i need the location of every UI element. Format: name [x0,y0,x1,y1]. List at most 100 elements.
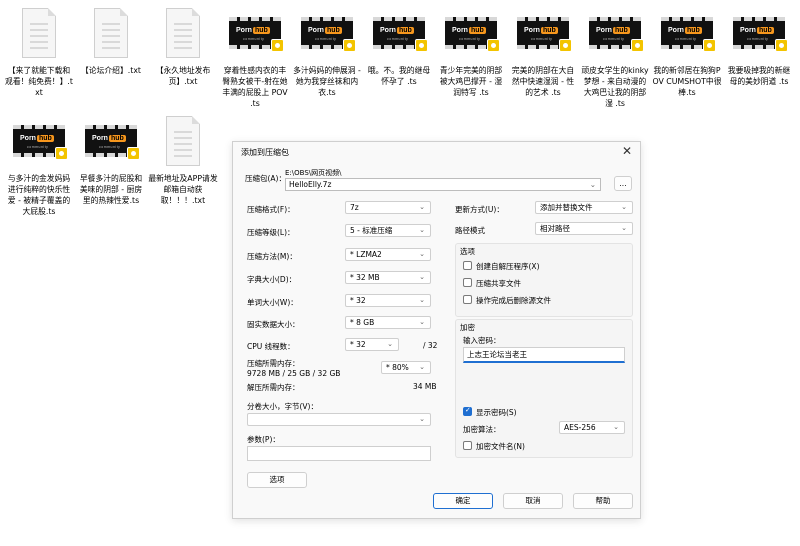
chevron-down-icon[interactable]: ⌄ [590,179,596,190]
video-file-icon: Porn hub community [517,8,572,60]
delete-source-checkbox[interactable] [463,295,472,304]
video-thumbnail-subtitle: community [531,37,553,41]
chevron-down-icon: ⌄ [621,224,627,232]
video-thumbnail-subtitle: community [243,37,265,41]
video-thumbnail-subtitle: community [747,37,769,41]
cancel-button[interactable]: 取消 [503,493,563,509]
enc-method-value: AES-256 [564,423,596,432]
cpu-total: / 32 [423,341,438,350]
shared-checkbox[interactable] [463,278,472,287]
video-file-item[interactable]: Porn hub community 我的新邻居在狗狗POV CUMSHOT中很棒.t… [652,8,722,98]
decomp-value: 34 MB [413,382,437,391]
archive-name-value: HelloElly.7z [289,180,332,189]
video-thumbnail-logo: Porn hub [380,27,414,34]
help-button[interactable]: 帮助 [573,493,633,509]
format-value: 7z [350,203,359,212]
cpu-select[interactable]: * 32 ⌄ [345,338,399,351]
dict-value: * 32 MB [350,273,380,282]
mem-percent-value: * 80% [386,363,409,372]
delete-source-label: 操作完成后删除源文件 [476,296,551,305]
file-name-label: 穿着性感内衣的丰臀熟女被干-射在她丰满的屁股上 POV .ts [222,66,288,108]
video-file-icon: Porn hub community [85,116,140,168]
archive-name-input[interactable]: HelloElly.7z ⌄ [285,178,601,191]
video-thumbnail-logo: Porn hub [308,27,342,34]
chevron-down-icon: ⌄ [419,318,425,326]
dict-label: 字典大小(D)： [247,275,297,284]
video-thumbnail-subtitle: community [27,145,49,149]
video-file-item[interactable]: Porn hub community 与多汁的金发妈妈进行纯粹的快乐性爱 - 被精子覆… [4,116,74,217]
text-file-item[interactable]: 【来了就能下载和观看！纯免费！】.txt [4,8,74,98]
video-thumbnail-logo: Porn hub [668,27,702,34]
video-file-item[interactable]: Porn hub community 多汁妈妈的伸展洞 - 她为我穿丝袜和内衣.ts [292,8,362,98]
video-file-item[interactable]: Porn hub community 穿着性感内衣的丰臀熟女被干-射在她丰满的屁股上 … [220,8,290,109]
enc-method-label: 加密算法： [463,425,501,434]
file-name-label: 完美的阴部在大自然中快速湿润 - 性的艺术 .ts [511,66,575,97]
word-label: 单词大小(W)： [247,298,298,307]
mem-detail: 9728 MB / 25 GB / 32 GB [247,369,341,378]
ok-button[interactable]: 确定 [433,493,493,509]
video-file-item[interactable]: Porn hub community 顽皮女学生的kinky梦想 - 来自动漫的大鸡巴… [580,8,650,109]
encryption-group-title: 加密 [460,323,475,332]
video-file-icon: Porn hub community [661,8,716,60]
archive-path: E:\OBS\网页视频\ [285,169,342,177]
word-select[interactable]: * 32 ⌄ [345,294,431,307]
encrypt-names-checkbox[interactable] [463,441,472,450]
file-name-label: 哦。不。我的继母怀孕了 .ts [367,66,431,86]
file-name-label: 我的新邻居在狗狗POV CUMSHOT中很棒.ts [652,66,722,97]
chevron-down-icon: ⌄ [419,226,425,234]
format-select[interactable]: 7z ⌄ [345,201,431,214]
method-select[interactable]: * LZMA2 ⌄ [345,248,431,261]
video-file-icon: Porn hub community [301,8,356,60]
update-value: 添加并替换文件 [540,203,593,212]
browse-button[interactable]: ... [614,176,632,191]
enc-method-select[interactable]: AES-256 ⌄ [559,421,625,434]
chevron-down-icon: ⌄ [419,273,425,281]
text-file-icon [157,8,209,60]
sfx-checkbox[interactable] [463,261,472,270]
video-thumbnail-subtitle: community [315,37,337,41]
text-file-icon [157,116,209,168]
shared-label: 压缩共享文件 [476,279,521,288]
text-file-item[interactable]: 【论坛介绍】.txt [76,8,146,76]
solid-select[interactable]: * 8 GB ⌄ [345,316,431,329]
video-file-item[interactable]: Porn hub community 青少年完美的阴部被大鸡巴撑开 - 湿润特写 .t… [436,8,506,98]
video-file-item[interactable]: Porn hub community 完美的阴部在大自然中快速湿润 - 性的艺术 .t… [508,8,578,98]
add-to-archive-dialog: 添加到压缩包 ✕ 压缩包(A)： E:\OBS\网页视频\ HelloElly.… [232,141,641,519]
options-button[interactable]: 选项 [247,472,307,488]
split-size-select[interactable]: ⌄ [247,413,431,426]
text-file-icon [85,8,137,60]
word-value: * 32 [350,296,366,305]
show-password-label: 显示密码(S) [476,408,517,417]
file-name-label: 【来了就能下载和观看！纯免费！】.txt [5,66,73,97]
text-file-item[interactable]: 【永久地址发布页】.txt [148,8,218,87]
show-password-checkbox[interactable] [463,406,472,416]
video-thumbnail-subtitle: community [459,37,481,41]
file-name-label: 与多汁的金发妈妈进行纯粹的快乐性爱 - 被精子覆盖的大屁股.ts [7,174,71,216]
file-name-label: 多汁妈妈的伸展洞 - 她为我穿丝袜和内衣.ts [293,66,361,97]
video-thumbnail-logo: Porn hub [740,27,774,34]
level-label: 压缩等级(L)： [247,228,295,237]
dict-select[interactable]: * 32 MB ⌄ [345,271,431,284]
path-value: 相对路径 [540,224,570,233]
options-group-title: 选项 [460,247,475,256]
media-player-badge-icon [559,39,572,52]
video-file-item[interactable]: Porn hub community 哦。不。我的继母怀孕了 .ts [364,8,434,87]
file-name-label: 我要吸掉我的新继母的美妙阴道 .ts [727,66,791,86]
mem-percent-select[interactable]: * 80% ⌄ [381,361,431,374]
path-select[interactable]: 相对路径 ⌄ [535,222,633,235]
chevron-down-icon: ⌄ [419,250,425,258]
video-thumbnail-logo: Porn hub [92,135,126,142]
video-file-icon: Porn hub community [229,8,284,60]
solid-label: 固实数据大小： [247,320,300,329]
video-file-icon: Porn hub community [13,116,68,168]
text-file-item[interactable]: 最新地址及APP请发邮箱自动获取！！！.txt [148,116,218,206]
params-input[interactable] [247,446,431,461]
archive-label: 压缩包(A)： [245,174,286,183]
close-icon[interactable]: ✕ [622,144,632,158]
format-label: 压缩格式(F)： [247,205,295,214]
video-file-item[interactable]: Porn hub community 我要吸掉我的新继母的美妙阴道 .ts [724,8,794,87]
update-select[interactable]: 添加并替换文件 ⌄ [535,201,633,214]
video-file-item[interactable]: Porn hub community 早餐多汁的屁股和美味的阴部 - 厨房里的热辣性爱… [76,116,146,206]
level-select[interactable]: 5 - 标准压缩 ⌄ [345,224,431,237]
password-input[interactable]: 上志王论坛当老王 [463,347,625,363]
